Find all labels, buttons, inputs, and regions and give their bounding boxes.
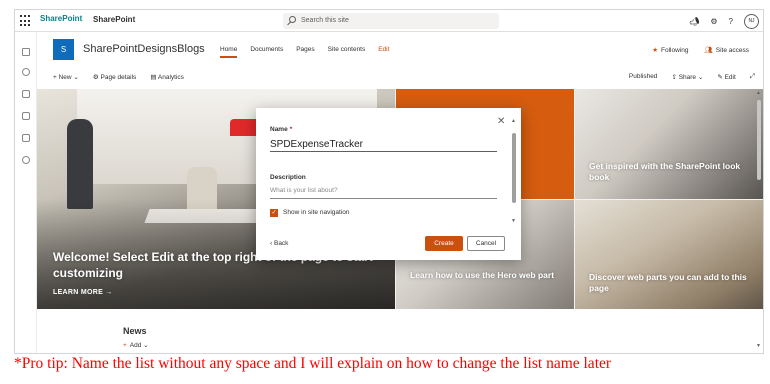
dialog-scrollbar[interactable]: ▲ ▼ (511, 118, 516, 224)
scroll-up-icon[interactable]: ▲ (511, 118, 516, 124)
dialog-scrollbar-thumb[interactable] (512, 133, 516, 203)
description-label: Description (270, 174, 306, 181)
create-list-dialog: ✕ Name * SPDExpenseTracker Description Wh… (256, 108, 521, 260)
back-button[interactable]: ‹ Back (270, 240, 288, 247)
list-name-input[interactable]: SPDExpenseTracker (270, 139, 497, 152)
name-label-text: Name (270, 126, 288, 133)
name-label: Name * (270, 126, 292, 133)
back-label: Back (273, 240, 289, 247)
scroll-down-icon[interactable]: ▼ (511, 218, 516, 224)
required-marker: * (289, 126, 293, 133)
pro-tip-caption: *Pro tip: Name the list without any spac… (14, 355, 612, 372)
description-input[interactable]: What is your list about? (270, 187, 497, 199)
show-in-navigation-checkbox[interactable]: ✓ (270, 209, 278, 217)
create-button[interactable]: Create (425, 236, 463, 251)
show-in-navigation-label: Show in site navigation (283, 209, 350, 216)
cancel-button[interactable]: Cancel (467, 236, 505, 251)
sharepoint-window: SharePoint SharePoint Search this site 📣… (14, 9, 764, 354)
close-icon[interactable]: ✕ (497, 116, 505, 127)
